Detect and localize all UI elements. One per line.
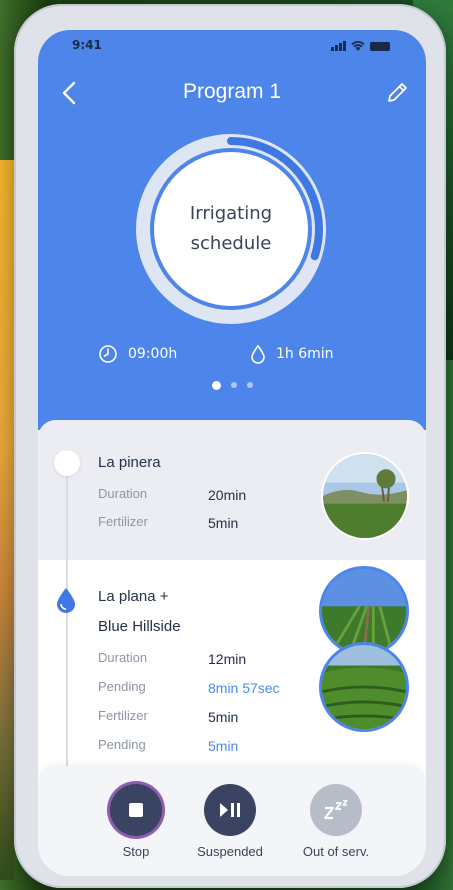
suspend-label: Suspended: [197, 844, 263, 859]
progress-label: Irrigating schedule: [154, 152, 308, 306]
top-navigation: Program 1: [38, 74, 426, 114]
page-dot[interactable]: [211, 381, 221, 390]
progress-label-line1: Irrigating: [189, 203, 273, 224]
zone-row: Pending 8min 57sec: [98, 679, 280, 696]
stop-label: Stop: [122, 844, 150, 859]
status-bar: 9:41: [38, 38, 426, 58]
zone-photo-blue-hillside[interactable]: [319, 642, 409, 732]
zone-name-line2: Blue Hillside: [98, 618, 181, 635]
start-time: 09:00h: [128, 346, 178, 362]
progress-label-line2: schedule: [190, 233, 272, 254]
out-of-service-button[interactable]: [310, 784, 362, 836]
water-duration: 1h 6min: [276, 346, 334, 362]
zone-row: Pending 5min: [98, 737, 239, 754]
zone-name-line1: La plana +: [98, 588, 169, 605]
stop-button[interactable]: [110, 784, 162, 836]
app-screen: 9:41 Program 1 Irrigating schedule 09:00…: [38, 30, 426, 876]
phone-frame: 9:41 Program 1 Irrigating schedule 09:00…: [14, 4, 446, 888]
wifi-icon: [351, 41, 365, 51]
control-bar: Stop Suspended Out of serv.: [38, 766, 426, 876]
zone-photo-la-pinera[interactable]: [321, 452, 409, 540]
zone-row: Fertilizer 5min: [98, 514, 239, 531]
suspend-control: Suspended: [180, 784, 280, 859]
page-title: Program 1: [182, 80, 282, 103]
out-of-service-control: Out of serv.: [286, 784, 386, 859]
timeline-dot: [54, 450, 80, 476]
battery-icon: [370, 42, 390, 51]
play-pause-icon: [220, 803, 240, 817]
signal-icon: [331, 41, 346, 51]
active-water-drop-icon: [57, 588, 75, 613]
edit-pencil-icon[interactable]: [384, 80, 410, 106]
stop-control: Stop: [86, 784, 186, 859]
header-panel: 9:41 Program 1 Irrigating schedule 09:00…: [38, 30, 426, 430]
sleep-icon: [323, 800, 348, 820]
timeline-line: [66, 468, 68, 778]
clock-icon: [99, 345, 117, 363]
background-field: [0, 160, 14, 880]
out-of-service-label: Out of serv.: [302, 844, 370, 859]
stop-icon: [129, 803, 143, 817]
zone-row: Fertilizer 5min: [98, 708, 239, 725]
suspend-button[interactable]: [204, 784, 256, 836]
zone-row: Duration 20min: [98, 486, 247, 503]
zone-row: Duration 12min: [98, 650, 247, 667]
water-drop-icon: [251, 344, 265, 364]
page-dot[interactable]: [230, 382, 237, 388]
page-dot[interactable]: [246, 382, 253, 388]
zone-name: La pinera: [98, 454, 161, 471]
status-time: 9:41: [72, 38, 102, 52]
page-indicator[interactable]: [38, 381, 426, 390]
